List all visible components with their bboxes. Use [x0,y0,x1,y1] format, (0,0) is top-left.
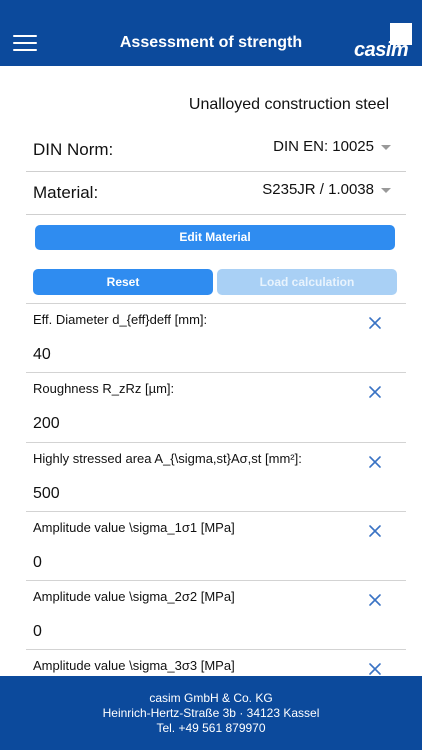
din-norm-dropdown-icon[interactable] [381,145,391,150]
field-amplitude-sigma-1[interactable]: Amplitude value \sigma_1σ1 [MPa] 0 [26,511,406,580]
clear-icon[interactable] [368,524,382,538]
din-norm-row[interactable]: DIN Norm: DIN EN: 10025 [26,130,406,172]
footer-company: casim GmbH & Co. KG [149,691,273,705]
field-amplitude-sigma-3[interactable]: Amplitude value \sigma_3σ3 [MPa] [26,649,406,676]
load-calculation-button[interactable]: Load calculation [217,269,397,295]
casim-logo: casim [348,23,412,63]
clear-icon[interactable] [368,316,382,330]
field-label: Amplitude value \sigma_1σ1 [MPa] [33,520,235,535]
field-input[interactable]: 500 [33,485,60,503]
edit-material-button[interactable]: Edit Material [35,225,395,250]
main-content[interactable]: Unalloyed construction steel DIN Norm: D… [26,66,406,676]
steel-type-label: Unalloyed construction steel [188,96,389,113]
field-highly-stressed-area[interactable]: Highly stressed area A_{\sigma,st}Aσ,st … [26,442,406,511]
footer-phone[interactable]: Tel. +49 561 879970 [0,721,422,736]
field-label: Eff. Diameter d_{eff}deff [mm]: [33,312,208,327]
field-label: Amplitude value \sigma_2σ2 [MPa] [33,589,235,604]
material-dropdown-icon[interactable] [381,188,391,193]
field-label: Amplitude value \sigma_3σ3 [MPa] [33,658,235,673]
field-label: Roughness R_zRz [µm]: [33,381,175,396]
din-norm-label: DIN Norm: [33,140,114,159]
reset-button[interactable]: Reset [33,269,213,295]
field-roughness[interactable]: Roughness R_zRz [µm]: 200 [26,372,406,441]
field-input[interactable]: 0 [33,623,42,641]
footer: casim GmbH & Co. KG Heinrich-Hertz-Straß… [0,676,422,750]
field-label: Highly stressed area A_{\sigma,st}Aσ,st … [33,451,302,466]
field-input[interactable]: 40 [33,346,51,364]
field-amplitude-sigma-2[interactable]: Amplitude value \sigma_2σ2 [MPa] 0 [26,580,406,649]
clear-icon[interactable] [368,455,382,469]
material-row[interactable]: Material: S235JR / 1.0038 [26,173,406,215]
logo-text: casim [354,39,409,61]
footer-address: Heinrich-Hertz-Straße 3b · 34123 Kassel [102,706,320,720]
clear-icon[interactable] [368,593,382,607]
app-header: Assessment of strength casim [0,0,422,66]
clear-icon[interactable] [368,385,382,399]
field-effective-diameter[interactable]: Eff. Diameter d_{eff}deff [mm]: 40 [26,303,406,372]
clear-icon[interactable] [368,662,382,676]
din-norm-select[interactable]: DIN EN: 10025 [273,138,374,155]
material-label: Material: [33,183,99,202]
field-input[interactable]: 200 [33,415,60,433]
material-select[interactable]: S235JR / 1.0038 [262,181,374,198]
field-input[interactable]: 0 [33,554,42,572]
